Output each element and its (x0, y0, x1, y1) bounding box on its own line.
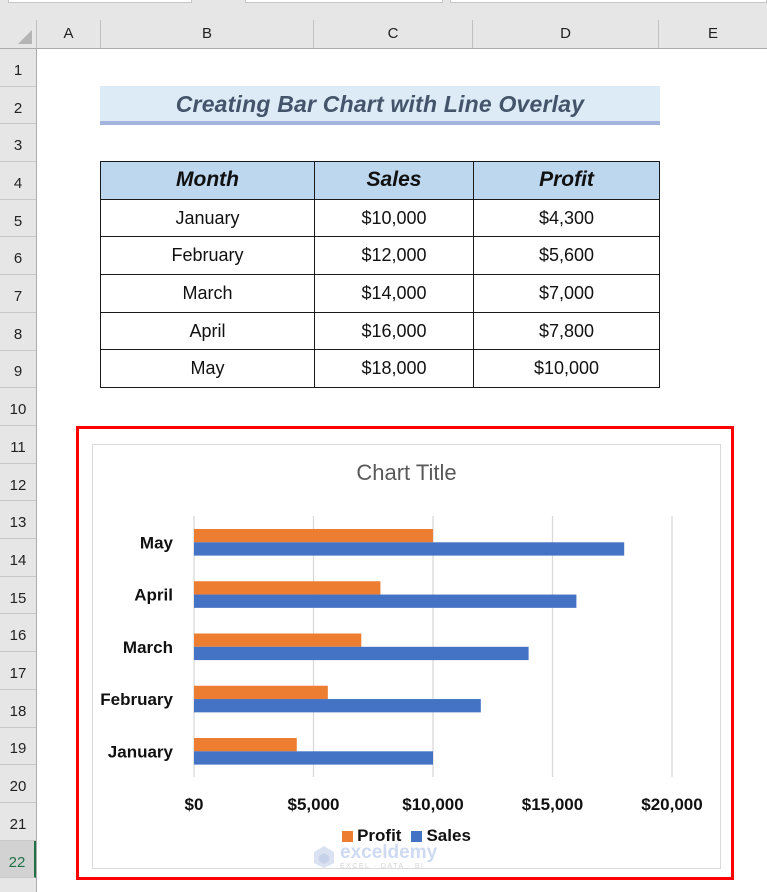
x-tick-label-0: $0 (185, 795, 204, 814)
category-label-april: April (134, 586, 173, 605)
category-label-may: May (140, 533, 174, 552)
watermark: exceldemy EXCEL · DATA · BI (312, 843, 437, 870)
bar-sales-march[interactable] (194, 646, 529, 661)
bar-profit-may[interactable] (194, 529, 433, 543)
x-tick-label-2: $10,000 (402, 795, 463, 814)
category-label-february: February (100, 690, 173, 709)
bar-profit-march[interactable] (194, 633, 362, 647)
bar-chart-plot[interactable]: January February March April May $0 $5,000 $10,… (0, 0, 767, 892)
watermark-brand: exceldemy (340, 842, 438, 863)
bar-sales-april[interactable] (194, 594, 577, 608)
bar-profit-april[interactable] (194, 581, 381, 595)
watermark-tagline: EXCEL · DATA · BI (340, 863, 425, 870)
category-label-march: March (123, 638, 173, 657)
bar-profit-january[interactable] (194, 738, 297, 752)
x-tick-label-1: $5,000 (288, 795, 340, 814)
bar-sales-january[interactable] (194, 751, 433, 765)
category-label-january: January (108, 742, 174, 761)
x-tick-label-4: $20,000 (641, 795, 702, 814)
bar-sales-may[interactable] (194, 542, 625, 556)
x-tick-label-3: $15,000 (522, 795, 583, 814)
exceldemy-logo-icon (314, 845, 334, 868)
legend-swatch-profit (342, 830, 354, 842)
legend-swatch-sales (411, 830, 423, 842)
bar-profit-february[interactable] (194, 685, 328, 700)
bar-sales-february[interactable] (194, 699, 481, 713)
